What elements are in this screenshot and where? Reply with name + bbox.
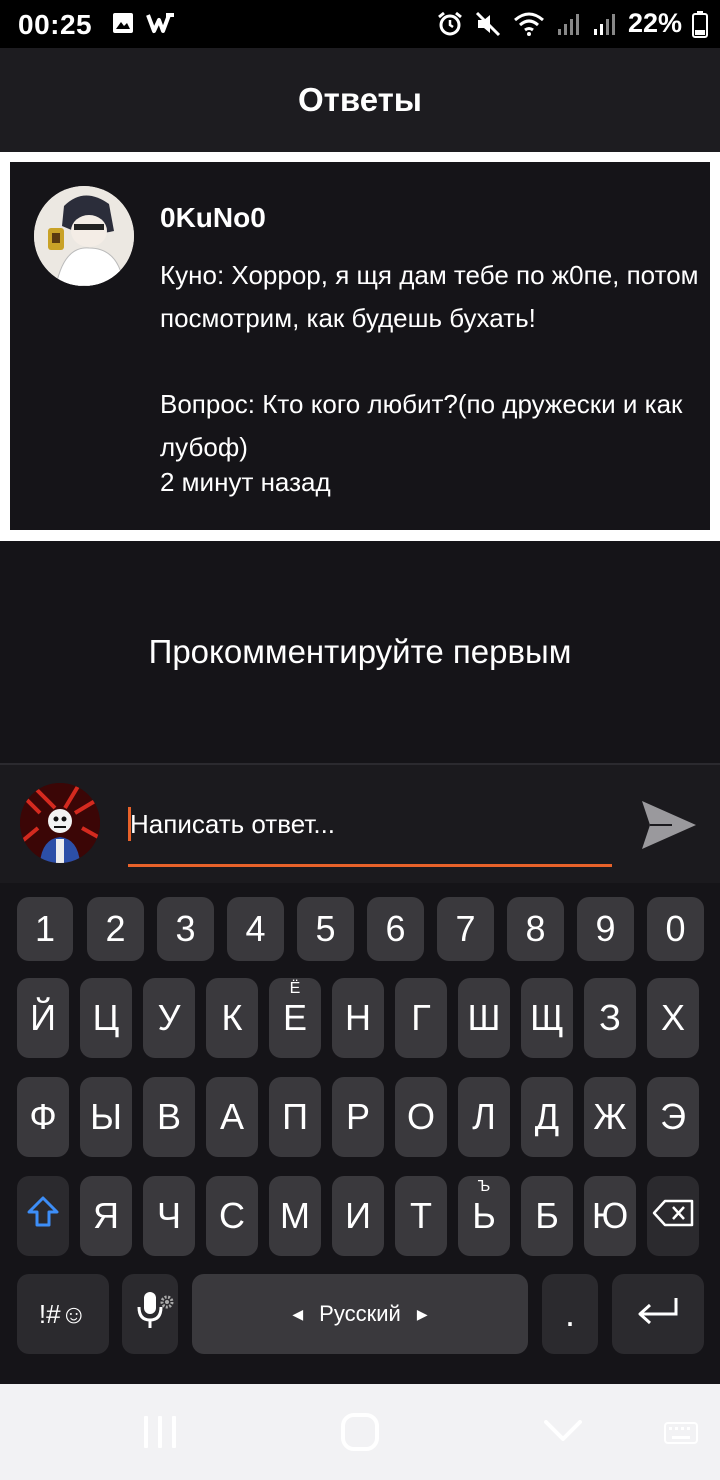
key-7[interactable]: 7 <box>437 897 494 961</box>
shift-icon <box>25 1194 61 1239</box>
key-letter[interactable]: Г <box>395 978 447 1058</box>
key-letter[interactable]: М <box>269 1176 321 1256</box>
key-letter[interactable]: Ю <box>584 1176 636 1256</box>
key-0[interactable]: 0 <box>647 897 704 961</box>
language-label: Русский <box>319 1301 401 1326</box>
keyboard-hide-icon[interactable] <box>664 1422 698 1449</box>
battery-icon <box>692 10 708 38</box>
key-4[interactable]: 4 <box>227 897 284 961</box>
empty-comments-text: Прокомментируйте первым <box>148 633 572 670</box>
post-frame: 0KuNo0 Куно: Хоррор, я щя дам тебе по ж0… <box>0 152 720 541</box>
settings-gear-icon <box>159 1277 175 1319</box>
recent-apps-button[interactable] <box>140 1414 180 1455</box>
keyboard: 1 2 3 4 5 6 7 8 9 0 Й Ц У К Ё Е Н Г Ш Щ … <box>0 883 720 1383</box>
key-8[interactable]: 8 <box>507 897 564 961</box>
key-letter[interactable]: А <box>206 1077 258 1157</box>
post-author[interactable]: 0KuNo0 <box>160 202 266 234</box>
key-alt-char: Ъ <box>477 1178 491 1195</box>
key-3[interactable]: 3 <box>157 897 214 961</box>
symbols-key[interactable]: !#☺ <box>17 1274 109 1354</box>
key-2[interactable]: 2 <box>87 897 144 961</box>
key-letter[interactable]: Ж <box>584 1077 636 1157</box>
signal-icon <box>556 11 582 37</box>
backspace-icon <box>651 1195 695 1237</box>
key-letter[interactable]: Д <box>521 1077 573 1157</box>
reply-input[interactable] <box>128 795 612 867</box>
text-caret <box>128 807 131 841</box>
key-1[interactable]: 1 <box>17 897 73 961</box>
w-app-icon <box>146 12 176 34</box>
chevron-right-icon: ▶ <box>416 1305 428 1322</box>
backspace-key[interactable] <box>647 1176 699 1256</box>
key-9[interactable]: 9 <box>577 897 634 961</box>
gallery-icon <box>112 12 134 34</box>
author-avatar[interactable] <box>34 186 134 286</box>
navigation-bar <box>0 1384 720 1480</box>
key-letter[interactable]: Ц <box>80 978 132 1058</box>
key-letter[interactable]: Ы <box>80 1077 132 1157</box>
key-letter[interactable]: Й <box>17 978 69 1058</box>
status-time: 00:25 <box>18 9 93 40</box>
key-5[interactable]: 5 <box>297 897 354 961</box>
key-letter[interactable]: Ф <box>17 1077 69 1157</box>
key-letter[interactable]: Ш <box>458 978 510 1058</box>
key-letter-label: Е <box>282 997 307 1038</box>
status-bar: 00:25 22% <box>0 0 720 48</box>
alarm-icon <box>436 10 464 38</box>
key-letter[interactable]: Х <box>647 978 699 1058</box>
post-text: Куно: Хоррор, я щя дам тебе по ж0пе, пот… <box>160 260 699 462</box>
send-button[interactable] <box>636 795 700 855</box>
key-6[interactable]: 6 <box>367 897 424 961</box>
reply-composer <box>0 763 720 883</box>
user-avatar <box>20 783 100 863</box>
mute-icon <box>474 10 502 38</box>
page-title: Ответы <box>298 81 422 118</box>
key-letter-label: Ь <box>472 1195 496 1236</box>
chevron-left-icon: ◀ <box>292 1305 304 1322</box>
key-letter[interactable]: З <box>584 978 636 1058</box>
key-letter[interactable]: Л <box>458 1077 510 1157</box>
key-letter[interactable]: Р <box>332 1077 384 1157</box>
key-letter-e[interactable]: Ё Е <box>269 978 321 1058</box>
space-bar[interactable]: ◀ Русский ▶ <box>192 1274 528 1354</box>
key-letter[interactable]: И <box>332 1176 384 1256</box>
period-key[interactable]: . <box>542 1274 598 1354</box>
key-letter[interactable]: Т <box>395 1176 447 1256</box>
key-letter[interactable]: О <box>395 1077 447 1157</box>
key-letter[interactable]: У <box>143 978 195 1058</box>
battery-percent: 22% <box>627 8 682 38</box>
empty-comments: Прокомментируйте первым <box>0 541 720 763</box>
key-letter[interactable]: Щ <box>521 978 573 1058</box>
post-time: 2 минут назад <box>160 467 331 497</box>
shift-key[interactable] <box>17 1176 69 1256</box>
enter-icon <box>634 1293 682 1335</box>
key-letter[interactable]: С <box>206 1176 258 1256</box>
key-letter[interactable]: Ч <box>143 1176 195 1256</box>
wifi-icon <box>512 10 546 38</box>
enter-key[interactable] <box>612 1274 704 1354</box>
app-header: Ответы <box>0 48 720 152</box>
key-letter[interactable]: В <box>143 1077 195 1157</box>
key-letter-soft-sign[interactable]: Ъ Ь <box>458 1176 510 1256</box>
signal-icon <box>592 11 618 37</box>
key-letter[interactable]: Я <box>80 1176 132 1256</box>
home-button[interactable] <box>340 1412 380 1457</box>
key-letter[interactable]: Б <box>521 1176 573 1256</box>
key-letter[interactable]: П <box>269 1077 321 1157</box>
voice-input-key[interactable] <box>122 1274 178 1354</box>
post-card: 0KuNo0 Куно: Хоррор, я щя дам тебе по ж0… <box>10 162 710 530</box>
key-letter[interactable]: Э <box>647 1077 699 1157</box>
key-alt-char: Ё <box>289 980 301 997</box>
back-button[interactable] <box>542 1418 584 1449</box>
key-letter[interactable]: Н <box>332 978 384 1058</box>
key-letter[interactable]: К <box>206 978 258 1058</box>
